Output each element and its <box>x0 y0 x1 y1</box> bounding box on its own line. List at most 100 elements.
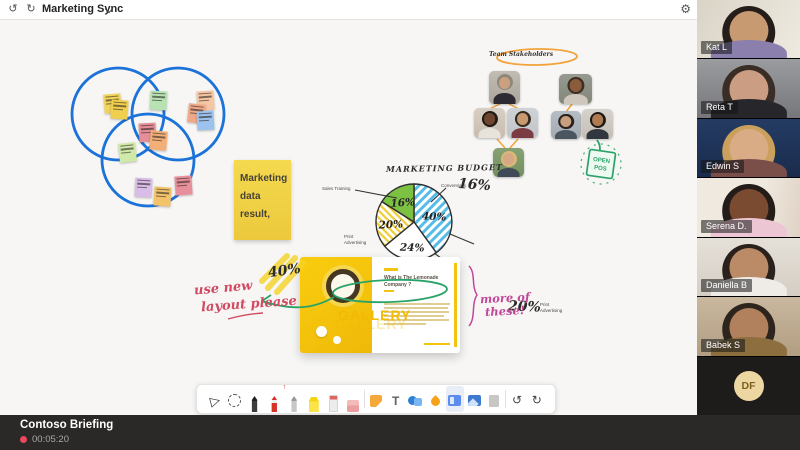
whiteboard-toolbar: ▷ ↑ T ↺ ↻ <box>196 384 556 414</box>
magenta-brace <box>468 265 478 327</box>
black-pen-icon[interactable] <box>246 386 264 412</box>
participant-name: Reta T <box>701 100 738 114</box>
pie-chart <box>375 183 453 261</box>
sticky-note[interactable] <box>110 99 129 120</box>
sticky-note[interactable] <box>174 175 193 196</box>
insert-document-icon[interactable] <box>485 386 503 412</box>
recording-dot-icon <box>20 436 27 443</box>
org-photo[interactable] <box>551 111 581 139</box>
grey-pen-icon[interactable] <box>285 386 303 412</box>
toolbar-separator <box>364 390 366 408</box>
note-text-scribble <box>154 188 172 198</box>
annotation-layout-please: layout please <box>200 293 298 316</box>
templates-tool-icon[interactable] <box>445 386 464 412</box>
org-photo[interactable] <box>507 108 538 138</box>
sticky-note[interactable] <box>149 90 168 111</box>
note-text-scribble <box>118 144 136 154</box>
pie-slice-labels: 16% 40% 20% 24% <box>377 196 447 254</box>
participant-tile-df[interactable]: DF <box>697 356 800 415</box>
lasso-select-icon[interactable] <box>226 386 244 412</box>
recording-indicator: 00:05:20 <box>20 434 69 445</box>
org-photo[interactable] <box>582 109 613 139</box>
sticky-note[interactable] <box>134 177 153 198</box>
stakeholders-label: Team Stakeholders <box>489 51 554 58</box>
participant-tile-serena-d[interactable]: Serena D. <box>697 178 800 237</box>
slide-underline <box>384 290 394 292</box>
sticky-note-tool-icon[interactable] <box>367 386 385 412</box>
svg-text:24%: 24% <box>399 242 425 255</box>
participant-name: Kat L <box>701 41 733 55</box>
undo-icon[interactable]: ↺ <box>5 2 21 17</box>
sticky-note[interactable] <box>196 110 215 131</box>
callout-sales-training: Sales Training <box>322 186 351 191</box>
eraser-icon[interactable] <box>325 386 343 412</box>
annotation-20pct-label: Print Advertising <box>540 302 563 313</box>
participant-tile-daniella-b[interactable]: Daniella B <box>697 237 800 297</box>
slide-thumbnail[interactable]: GALLERY GALLERY What is The Lemonade Comp… <box>300 257 460 353</box>
annotation-use-new: use new <box>193 278 254 299</box>
gear-icon[interactable]: ⚙ <box>680 2 691 16</box>
sphere-image <box>316 326 327 337</box>
pink-eraser-icon[interactable] <box>344 386 362 412</box>
note-text-scribble <box>135 179 152 189</box>
badge-connector <box>596 139 601 153</box>
annotation-these: these! <box>484 302 526 320</box>
org-photo[interactable] <box>489 71 520 104</box>
call-control-bar: Contoso Briefing 00:05:20 ↑ ••• − + <box>0 415 800 450</box>
note-text: Marketing data result, <box>240 173 288 220</box>
pie-title: MARKETING BUDGET <box>385 161 504 175</box>
avatar: DF <box>733 370 764 401</box>
note-text-scribble <box>197 112 214 122</box>
participant-tile-kat-l[interactable]: Kat L <box>697 0 800 59</box>
slide-footer-line <box>424 343 450 345</box>
annotation-16pct: 16% <box>457 175 492 195</box>
slide-edge-strip <box>454 263 457 347</box>
reaction-tool-icon[interactable] <box>426 386 444 412</box>
toolbar-separator <box>505 390 507 408</box>
select-tool-icon[interactable]: ▷ <box>206 386 224 412</box>
red-pen-icon[interactable]: ↑ <box>265 384 286 412</box>
sphere-image <box>333 336 341 344</box>
sticky-note[interactable] <box>153 186 172 207</box>
redo-tool-icon[interactable]: ↻ <box>528 386 546 412</box>
svg-text:OPEN: OPEN <box>593 157 611 165</box>
sticky-note[interactable] <box>118 142 137 163</box>
whiteboard-topbar: ↺ ↻ Marketing Sync ⚙ <box>0 0 697 20</box>
note-text-scribble <box>150 92 167 102</box>
insert-image-icon[interactable] <box>466 386 484 412</box>
video-sidebar: Kat L Reta T Edwin S Serena D. Daniella … <box>697 0 800 415</box>
slide-title: What is The Lemonade Company ? <box>384 275 439 288</box>
svg-text:40%: 40% <box>422 210 447 223</box>
annotation-40pct: 40% <box>267 260 302 282</box>
org-photo[interactable] <box>559 74 592 104</box>
marketing-data-note[interactable]: Marketing data result, <box>234 160 291 240</box>
org-photo[interactable] <box>474 108 505 138</box>
participant-name: Babek S <box>701 338 746 352</box>
callout-print-advertising: Print Advertising <box>344 234 367 245</box>
svg-text:16%: 16% <box>390 196 415 210</box>
text-tool-icon[interactable]: T <box>387 386 405 412</box>
sticky-note[interactable] <box>149 130 168 151</box>
note-text-scribble <box>174 177 192 187</box>
participant-tile-babek-s[interactable]: Babek S <box>697 297 800 356</box>
meeting-timer: 00:05:20 <box>32 434 69 445</box>
red-underline <box>227 312 264 320</box>
coffee-cup-image <box>326 269 360 303</box>
svg-text:20%: 20% <box>377 218 403 231</box>
open-pos-badge: OPEN POS <box>580 143 622 185</box>
participant-tile-edwin-s[interactable]: Edwin S <box>697 118 800 178</box>
slide-kicker-bar <box>384 268 398 271</box>
participant-name: Edwin S <box>701 160 745 174</box>
teams-meeting-window: ↺ ↻ Marketing Sync ⚙ 16% 40% 20% 24% OPE… <box>0 0 800 450</box>
gallery-text: GALLERY <box>338 307 412 323</box>
note-text-scribble <box>111 101 129 111</box>
shapes-tool-icon[interactable] <box>406 386 424 412</box>
highlighter-icon[interactable] <box>305 386 323 412</box>
redo-icon[interactable]: ↻ <box>23 2 39 17</box>
svg-text:POS: POS <box>594 165 607 173</box>
undo-tool-icon[interactable]: ↺ <box>508 386 526 412</box>
participant-name: Serena D. <box>701 219 752 233</box>
whiteboard-app: ↺ ↻ Marketing Sync ⚙ 16% 40% 20% 24% OPE… <box>0 0 697 415</box>
note-text-scribble <box>196 92 214 102</box>
participant-tile-reta-t[interactable]: Reta T <box>697 59 800 118</box>
